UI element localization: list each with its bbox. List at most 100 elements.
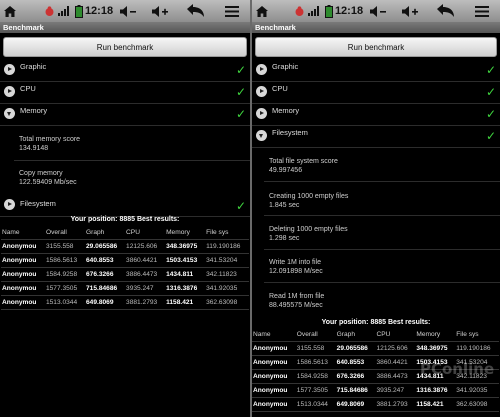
- cell: 3860.4421: [125, 253, 166, 268]
- fs-write-detail: Write 1M into file 12.091898 M/sec: [269, 258, 323, 276]
- detail-value: 122.59409 Mb/sec: [19, 179, 77, 186]
- cell: 1577.3505: [44, 281, 85, 296]
- cell: 640.8553: [85, 253, 126, 268]
- check-icon: ✓: [486, 129, 497, 143]
- cell: 649.8069: [85, 295, 126, 310]
- memory-copy-detail: Copy memory 122.59409 Mb/sec: [19, 169, 77, 187]
- cell: 3881.2793: [125, 295, 166, 310]
- cell: 12125.606: [125, 239, 166, 254]
- column-header: Memory: [415, 328, 456, 342]
- cell: 3155.558: [295, 341, 336, 356]
- cell: 715.84686: [335, 383, 376, 398]
- cell: 676.3266: [85, 267, 126, 282]
- section-label: Memory: [272, 106, 300, 115]
- cell: 3935.247: [125, 281, 166, 296]
- cell: 362.63098: [205, 295, 249, 310]
- detail-value: 12.091898 M/sec: [269, 268, 323, 275]
- left-screen: 12:18 Benchmark Run benchmark Graphic ✓ …: [0, 0, 250, 417]
- watermark-logo: PConline: [420, 360, 495, 378]
- cell: 649.8069: [335, 397, 376, 412]
- home-icon[interactable]: [2, 0, 18, 22]
- column-header: Name: [252, 328, 296, 342]
- cell: 119.190186: [455, 341, 499, 356]
- cell: 1158.421: [165, 295, 206, 310]
- check-icon: ✓: [486, 63, 497, 77]
- section-memory[interactable]: Memory ✓: [252, 104, 500, 126]
- cell: 1586.5613: [44, 253, 85, 268]
- section-label: CPU: [272, 84, 288, 93]
- app-title: Benchmark: [252, 22, 500, 33]
- volume-up-icon[interactable]: [150, 0, 170, 22]
- check-icon: ✓: [486, 107, 497, 121]
- detail-label: Deleting 1000 empty files: [269, 226, 348, 233]
- section-cpu[interactable]: CPU ✓: [0, 82, 250, 104]
- table-row: Anonymou 3155.558 29.065586 12125.606 348.36…: [252, 341, 499, 356]
- bug-icon: [292, 0, 306, 22]
- detail-label: Read 1M from file: [269, 293, 325, 300]
- cell: 1434.811: [165, 267, 206, 282]
- detail-label: Copy memory: [19, 170, 63, 177]
- results-table: Name Overall Graph CPU Memory File sys A…: [1, 226, 249, 310]
- detail-value: 49.997456: [269, 167, 303, 174]
- cell: 362.63098: [455, 397, 499, 412]
- run-benchmark-button[interactable]: Run benchmark: [255, 37, 497, 57]
- signal-icon: [57, 0, 71, 22]
- table-row: Anonymou 1584.9258 676.3266 3886.4473 1434.8…: [1, 267, 249, 282]
- section-label: Memory: [20, 106, 48, 115]
- cell: 676.3266: [335, 369, 376, 384]
- column-header: Overall: [44, 226, 85, 240]
- cell: Anonymou: [252, 369, 296, 384]
- volume-down-icon[interactable]: [368, 0, 388, 22]
- cell: 29.065586: [85, 239, 126, 254]
- fs-read-detail: Read 1M from file 88.495575 M/sec: [269, 292, 324, 310]
- column-header: Memory: [165, 226, 206, 240]
- detail-label: Creating 1000 empty files: [269, 193, 349, 200]
- section-graphic[interactable]: Graphic ✓: [0, 60, 250, 82]
- column-header: File sys: [455, 328, 499, 342]
- expand-arrow-icon: [256, 64, 267, 75]
- volume-up-icon[interactable]: [400, 0, 420, 22]
- table-header: Name Overall Graph CPU Memory File sys: [1, 226, 249, 240]
- cell: Anonymou: [1, 281, 45, 296]
- cell: Anonymou: [252, 383, 296, 398]
- menu-icon[interactable]: [472, 0, 492, 22]
- cell: 1584.9258: [295, 369, 336, 384]
- signal-icon: [307, 0, 321, 22]
- column-header: Name: [1, 226, 45, 240]
- results-heading: Your position: 8885 Best results:: [321, 319, 431, 326]
- menu-icon[interactable]: [222, 0, 242, 22]
- collapse-arrow-icon: [4, 108, 15, 119]
- cell: 1513.0344: [44, 295, 85, 310]
- cell: Anonymou: [1, 253, 45, 268]
- cell: 640.8553: [335, 355, 376, 370]
- check-icon: ✓: [236, 199, 247, 213]
- cell: 3886.4473: [375, 369, 416, 384]
- column-header: File sys: [205, 226, 249, 240]
- back-icon[interactable]: [186, 0, 206, 22]
- cell: 3860.4421: [375, 355, 416, 370]
- cell: 3935.247: [375, 383, 416, 398]
- fs-total-detail: Total file system score 49.997456: [269, 157, 338, 175]
- fs-create-detail: Creating 1000 empty files 1.845 sec: [269, 192, 348, 210]
- cell: 1316.3876: [165, 281, 206, 296]
- section-cpu[interactable]: CPU ✓: [252, 82, 500, 104]
- collapse-arrow-icon: [256, 130, 267, 141]
- cell: 341.92035: [205, 281, 249, 296]
- back-icon[interactable]: [436, 0, 456, 22]
- column-header: Graph: [85, 226, 126, 240]
- section-filesystem[interactable]: Filesystem ✓: [252, 126, 500, 148]
- table-row: Anonymou 1513.0344 649.8069 3881.2793 1158.4…: [1, 295, 249, 310]
- cell: 1577.3505: [295, 383, 336, 398]
- section-filesystem[interactable]: Filesystem ✓: [0, 195, 250, 217]
- volume-down-icon[interactable]: [118, 0, 138, 22]
- home-icon[interactable]: [254, 0, 270, 22]
- column-header: CPU: [375, 328, 416, 342]
- cell: 3881.2793: [375, 397, 416, 412]
- check-icon: ✓: [486, 85, 497, 99]
- check-icon: ✓: [236, 85, 247, 99]
- run-benchmark-button[interactable]: Run benchmark: [3, 37, 247, 57]
- section-memory[interactable]: Memory ✓: [0, 104, 250, 126]
- divider: [14, 160, 250, 161]
- expand-arrow-icon: [4, 64, 15, 75]
- section-graphic[interactable]: Graphic ✓: [252, 60, 500, 82]
